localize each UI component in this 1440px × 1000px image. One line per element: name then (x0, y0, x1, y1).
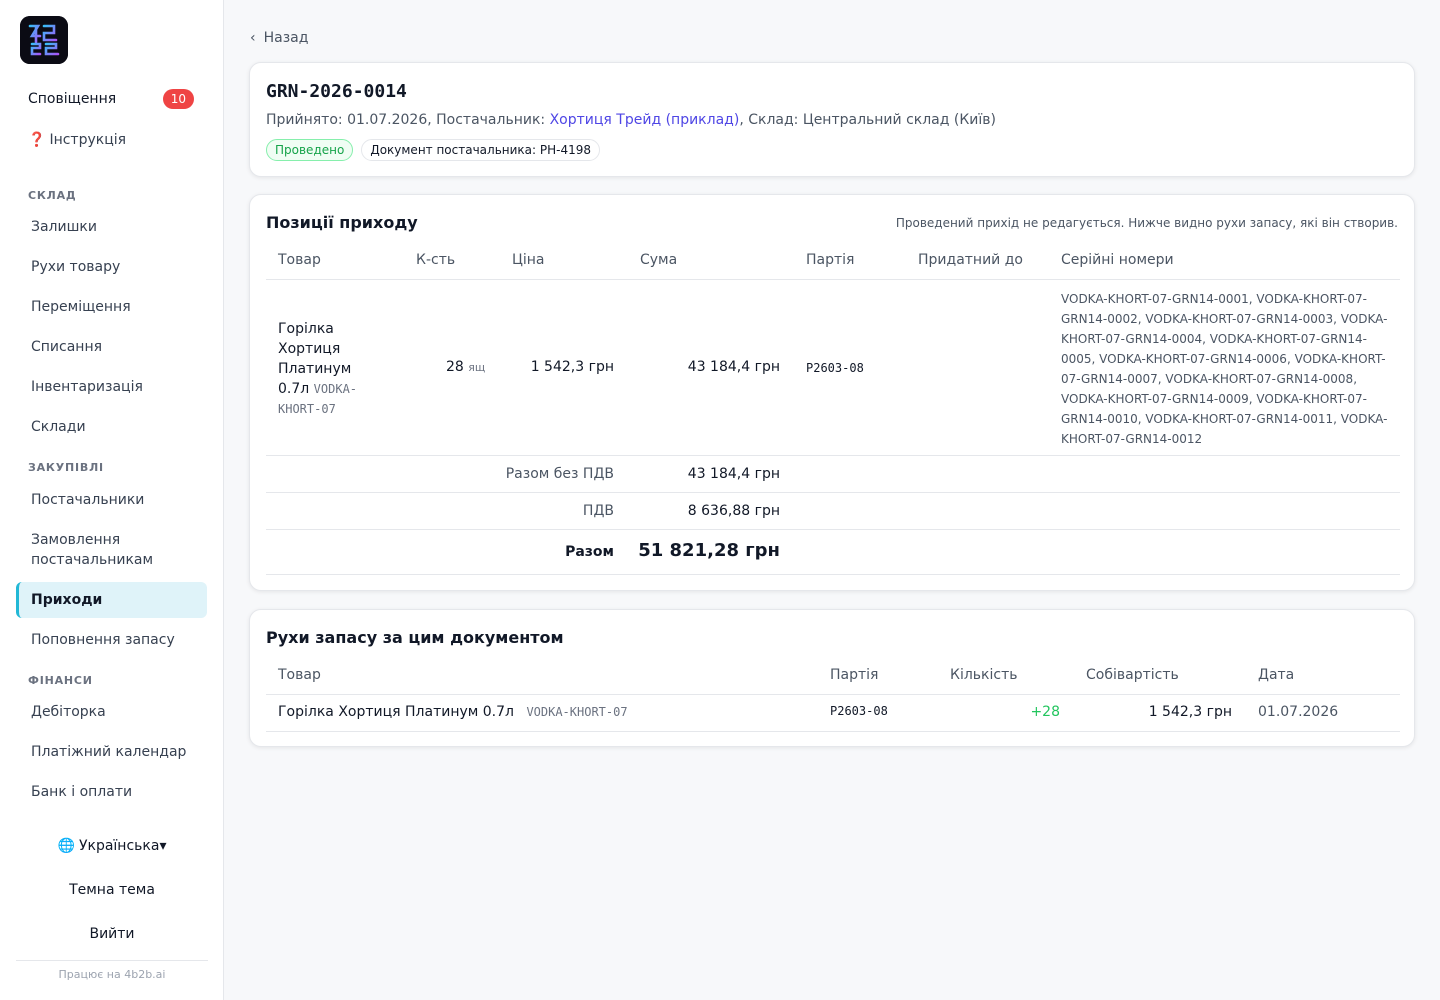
help-label: Інструкція (49, 132, 127, 148)
sidebar-item-movements[interactable]: Рухи товару (16, 257, 207, 277)
qty-unit: ящ (468, 361, 486, 374)
sidebar-item-transfers[interactable]: Переміщення (16, 297, 207, 317)
sidebar-item-receipts[interactable]: Приходи (16, 582, 207, 618)
row-price: 1 542,3 грн (530, 359, 614, 375)
movements-card: Рухи запасу за цим документом Товар Парт… (249, 609, 1415, 747)
powered-by: Працює на 4b2b.ai (58, 968, 166, 981)
meta-suffix: , Склад: Центральний склад (Київ) (739, 112, 996, 128)
mv-row-date: 01.07.2026 (1258, 704, 1339, 720)
help-link[interactable]: ❓ Інструкція (16, 126, 208, 154)
supplier-doc-badge: Документ постачальника: РН-4198 (361, 139, 601, 161)
status-badge: Проведено (266, 139, 354, 161)
net-total-label: Разом без ПДВ (505, 466, 614, 482)
col-header-product: Товар (278, 252, 321, 268)
sidebar-item-warehouses[interactable]: Склади (16, 417, 207, 437)
header-divider (266, 279, 1400, 280)
page-title: GRN-2026-0014 (266, 81, 407, 102)
mv-header-product: Товар (278, 667, 321, 683)
movements-title: Рухи запасу за цим документом (266, 628, 564, 647)
positions-card: Позиції приходу Проведений прихід не ред… (249, 194, 1415, 591)
row-divider (266, 455, 1400, 456)
question-icon: ❓ (28, 132, 46, 148)
nav-scroll-fade (0, 812, 223, 832)
row-sum: 43 184,4 грн (687, 359, 780, 375)
notifications-count-badge: 10 (162, 89, 194, 109)
mv-header-divider (266, 694, 1400, 695)
sidebar-item-suppliers[interactable]: Постачальники (16, 490, 207, 510)
logout-button[interactable]: Вийти (16, 920, 208, 948)
sidebar-item-writeoffs[interactable]: Списання (16, 337, 207, 357)
document-chips: Проведено Документ постачальника: РН-419… (266, 139, 601, 161)
sidebar-item-supplier-orders[interactable]: Замовлення постачальникам (16, 530, 176, 570)
app-logo[interactable] (20, 16, 68, 64)
net-total-value: 43 184,4 грн (687, 466, 780, 482)
sidebar-divider (16, 960, 208, 961)
dark-theme-button[interactable]: Темна тема (16, 876, 208, 904)
document-header-card: GRN-2026-0014 Прийнято: 01.07.2026, Пост… (249, 62, 1415, 177)
col-header-batch: Партія (806, 252, 855, 268)
section-purchasing: ЗАКУПІВЛІ (28, 461, 104, 474)
vat-label: ПДВ (582, 503, 614, 519)
back-label: Назад (263, 30, 309, 46)
logo-icon (20, 16, 68, 64)
sidebar-item-stock[interactable]: Залишки (16, 217, 207, 237)
mv-header-qty: Кількість (950, 667, 1018, 683)
vat-value: 8 636,88 грн (687, 503, 780, 519)
grand-total-value: 51 821,28 грн (638, 540, 780, 561)
mv-row-qty: +28 (1030, 704, 1060, 720)
globe-icon: 🌐 (57, 838, 75, 854)
totals-divider-3 (266, 574, 1400, 575)
meta-prefix: Прийнято: 01.07.2026, Постачальник: (266, 112, 550, 128)
col-header-serials: Серійні номери (1061, 252, 1174, 268)
qty-value: 28 (446, 359, 464, 375)
sidebar-item-receivables[interactable]: Дебіторка (16, 702, 207, 722)
sidebar-item-replenishment[interactable]: Поповнення запасу (16, 630, 207, 650)
table-row-product: Горілка Хортиця Платинум 0.7л VODKA-KHOR… (278, 319, 378, 419)
section-finance: ФІНАНСИ (28, 674, 93, 687)
sidebar-item-bank[interactable]: Банк і оплати (16, 782, 207, 802)
section-warehouse: СКЛАД (28, 189, 77, 202)
back-link[interactable]: ‹ Назад (250, 28, 308, 48)
col-header-expiry: Придатний до (918, 252, 1023, 268)
notifications-label: Сповіщення (28, 91, 117, 107)
col-header-price: Ціна (512, 252, 545, 268)
row-batch: P2603-08 (806, 361, 864, 375)
grand-total-label: Разом (565, 544, 614, 560)
mv-row-cost: 1 542,3 грн (1148, 704, 1232, 720)
notifications-button[interactable]: Сповіщення 10 (16, 84, 208, 114)
mv-header-date: Дата (1258, 667, 1295, 683)
chevron-left-icon: ‹ (250, 30, 256, 46)
language-label: Українська (78, 838, 160, 854)
row-serials: VODKA-KHORT-07-GRN14-0001, VODKA-KHORT-0… (1061, 292, 1388, 446)
supplier-link[interactable]: Хортиця Трейд (приклад) (550, 112, 740, 128)
mv-header-cost: Собівартість (1086, 667, 1179, 683)
sidebar-item-inventory[interactable]: Інвентаризація (16, 377, 207, 397)
mv-row-product: Горілка Хортиця Платинум 0.7л VODKA-KHOR… (278, 704, 628, 720)
col-header-qty: К-сть (416, 252, 456, 268)
mv-row-batch: P2603-08 (830, 704, 888, 718)
row-qty: 28 ящ (446, 359, 485, 375)
language-select[interactable]: 🌐 Українська ▾ (16, 832, 208, 860)
document-meta: Прийнято: 01.07.2026, Постачальник: Хорт… (266, 112, 996, 128)
mv-product-sku: VODKA-KHORT-07 (526, 705, 628, 719)
positions-title: Позиції приходу (266, 213, 418, 232)
mv-row-divider (266, 731, 1400, 732)
totals-divider-1 (266, 492, 1400, 493)
sidebar: Сповіщення 10 ❓ Інструкція СКЛАД Залишки… (0, 0, 224, 1000)
totals-divider-2 (266, 529, 1400, 530)
mv-header-batch: Партія (830, 667, 879, 683)
col-header-sum: Сума (640, 252, 678, 268)
mv-product-name: Горілка Хортиця Платинум 0.7л (278, 704, 514, 720)
positions-note: Проведений прихід не редагується. Нижче … (895, 216, 1398, 230)
chevron-down-icon: ▾ (159, 838, 167, 854)
sidebar-item-payment-calendar[interactable]: Платіжний календар (16, 742, 207, 762)
